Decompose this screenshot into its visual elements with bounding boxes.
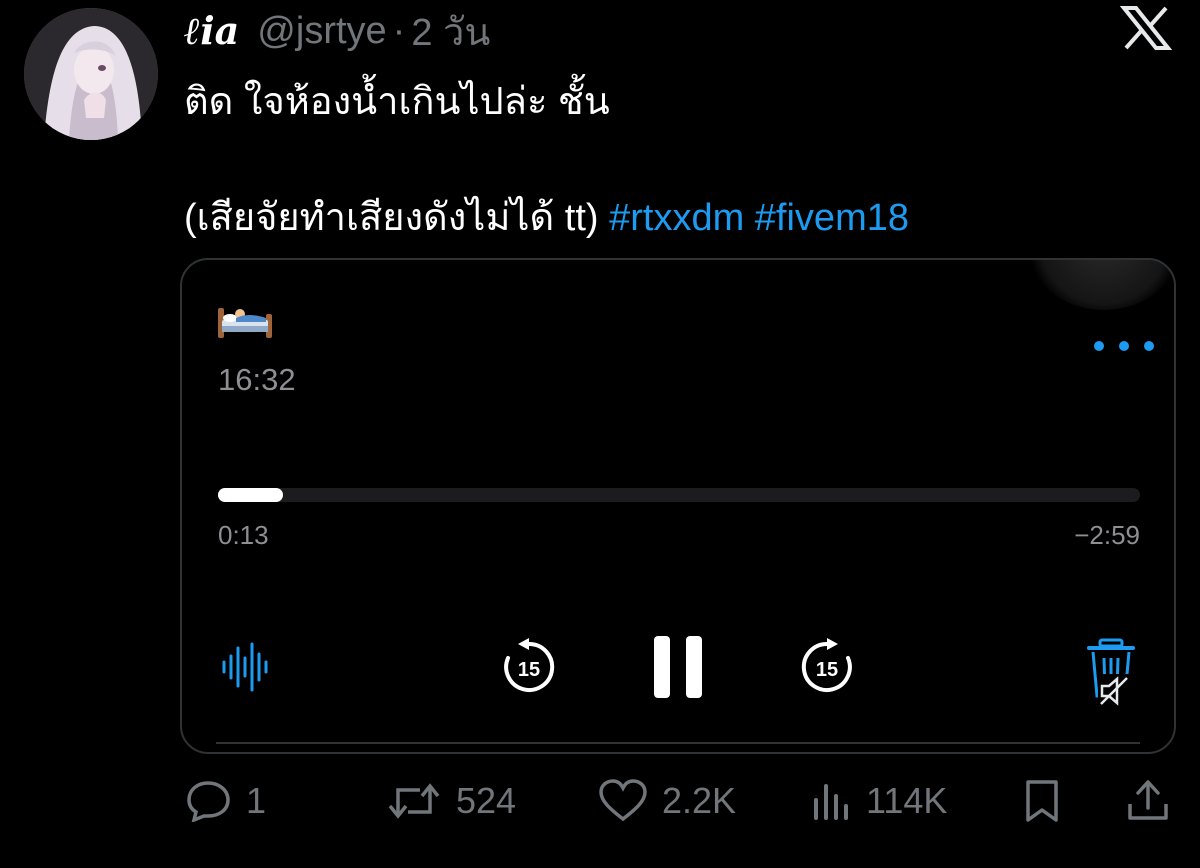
progress-fill	[218, 488, 283, 502]
x-logo-icon[interactable]	[1119, 6, 1173, 50]
reply-count: 1	[246, 780, 267, 821]
decorative-glow	[1024, 260, 1174, 310]
more-icon[interactable]	[1094, 334, 1154, 358]
card-bottom-divider	[216, 742, 1140, 744]
bed-emoji-icon	[216, 300, 274, 340]
recording-time: 16:32	[218, 362, 296, 397]
tweet-header: ℓia @jsrtye · 2 วัน	[184, 6, 490, 56]
mute-icon	[1098, 674, 1130, 708]
hashtag-fivem18[interactable]: #fivem18	[755, 197, 909, 239]
skip-forward-icon[interactable]: 15	[798, 638, 856, 696]
tweet-text-body: (เสียจัยทำเสียงดังไม่ได้ tt)	[184, 197, 599, 239]
avatar-image	[24, 8, 158, 140]
tweet-text-line2: (เสียจัยทำเสียงดังไม่ได้ tt) #rtxxdm #fi…	[184, 186, 909, 247]
timestamp[interactable]: 2 วัน	[411, 1, 490, 62]
skip-back-icon[interactable]: 15	[500, 638, 558, 696]
like-count: 2.2K	[662, 780, 737, 821]
reply-button[interactable]: 1	[186, 766, 266, 836]
bookmark-button[interactable]	[1022, 766, 1062, 836]
separator-dot: ·	[392, 9, 406, 52]
action-bar: 1 524 2.2K 114K	[0, 766, 1200, 836]
views-button[interactable]: 114K	[812, 766, 947, 836]
like-button[interactable]: 2.2K	[598, 766, 736, 836]
reply-icon	[187, 781, 230, 822]
hashtag-rtxxdm[interactable]: #rtxxdm	[609, 197, 744, 239]
share-icon	[1128, 780, 1168, 820]
progress-track[interactable]	[218, 488, 1140, 502]
pause-icon[interactable]	[652, 634, 704, 700]
avatar[interactable]	[24, 8, 158, 140]
like-icon	[599, 779, 647, 822]
media-card-voice-memo[interactable]: 16:32 0:13 −2:59 15 15	[180, 258, 1176, 754]
display-name[interactable]: ℓia	[184, 8, 239, 54]
skip-back-label: 15	[518, 659, 540, 681]
waveform-icon[interactable]	[220, 642, 272, 692]
repost-button[interactable]: 524	[386, 766, 516, 836]
share-button[interactable]	[1126, 766, 1170, 836]
user-handle[interactable]: @jsrtye	[257, 10, 386, 53]
views-icon	[814, 784, 848, 820]
repost-count: 524	[456, 780, 517, 821]
tweet-text-line1: ติด ใจห้องน้ำเกินไปล่ะ ชั้น	[184, 81, 610, 123]
remaining-time: −2:59	[1074, 520, 1140, 550]
skip-forward-label: 15	[816, 659, 838, 681]
bookmark-icon	[1026, 780, 1058, 822]
elapsed-time: 0:13	[218, 520, 269, 550]
repost-icon	[388, 783, 440, 819]
views-count: 114K	[866, 780, 948, 821]
